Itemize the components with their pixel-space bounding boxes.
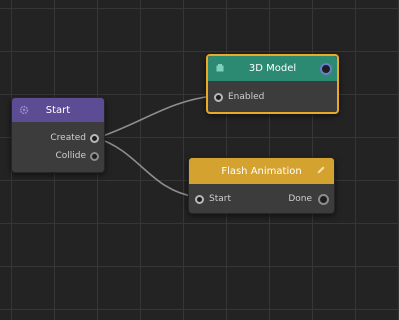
start-node-title: Start — [45, 104, 71, 116]
flash-animation-node[interactable]: Flash Animation Start Done — [188, 157, 335, 214]
output-done: Done — [288, 193, 329, 205]
input-enabled-label: Enabled — [228, 92, 265, 102]
output-created-port[interactable] — [90, 133, 99, 143]
gear-icon — [19, 105, 29, 115]
connection-created-to-enabled[interactable] — [96, 95, 215, 139]
model-node-header[interactable]: 3D Model — [208, 56, 337, 81]
model-node[interactable]: 3D Model Enabled — [206, 54, 339, 114]
flash-animation-node-title: Flash Animation — [221, 165, 302, 177]
pencil-icon[interactable] — [316, 165, 326, 175]
model-node-output-port[interactable] — [320, 63, 332, 75]
output-done-port[interactable] — [318, 193, 329, 205]
model-node-title: 3D Model — [248, 63, 297, 74]
flash-animation-node-header[interactable]: Flash Animation — [189, 158, 334, 184]
cube-icon — [216, 64, 224, 72]
input-start: Start — [195, 193, 231, 205]
output-done-label: Done — [288, 194, 312, 204]
input-start-label: Start — [209, 194, 231, 204]
input-enabled: Enabled — [214, 91, 264, 103]
output-created-label: Created — [50, 133, 86, 143]
connection-created-to-start[interactable] — [96, 137, 197, 198]
start-node[interactable]: Start Created Collide — [11, 97, 105, 173]
input-start-port[interactable] — [195, 194, 204, 204]
start-node-header[interactable]: Start — [12, 98, 104, 122]
output-collide: Collide — [55, 150, 99, 162]
input-enabled-port[interactable] — [214, 92, 223, 102]
output-created: Created — [50, 132, 99, 144]
output-collide-label: Collide — [55, 151, 86, 161]
output-collide-port[interactable] — [90, 151, 99, 161]
